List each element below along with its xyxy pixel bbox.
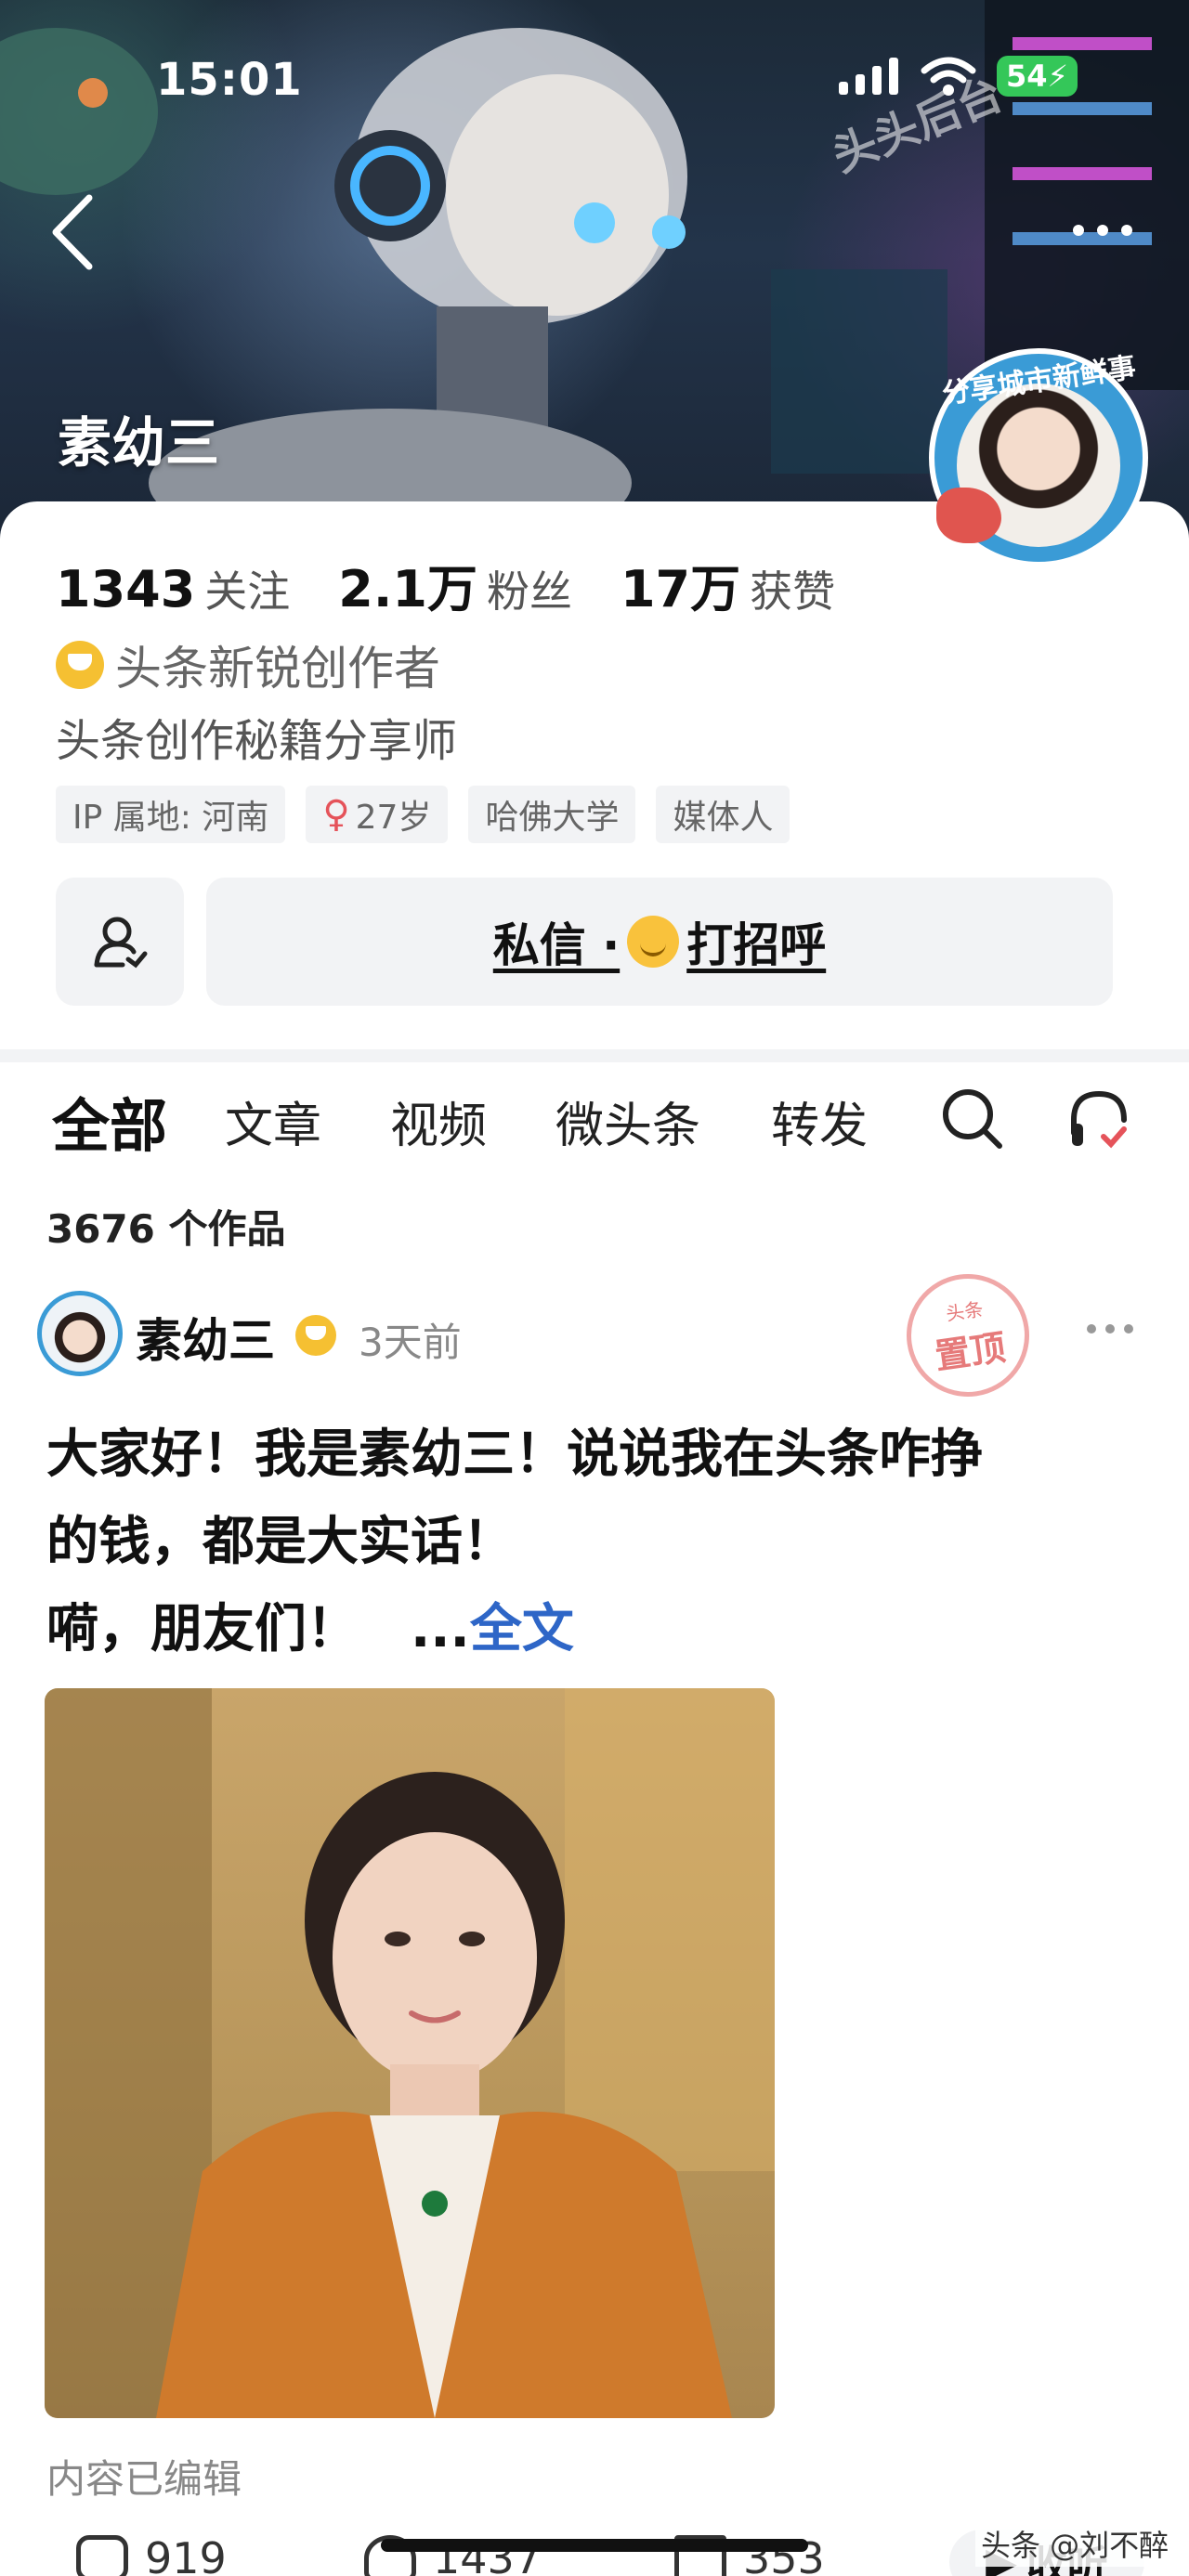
stat-following[interactable]: 1343 关注 [56, 558, 290, 619]
dot-icon [1087, 1324, 1096, 1334]
add-user-icon [94, 917, 148, 969]
signal-icon [839, 58, 898, 95]
charging-icon: ⚡ [1047, 59, 1068, 94]
status-time: 15:01 [156, 54, 303, 106]
battery-level: 54 [1006, 59, 1048, 94]
post-text-line-last: 嗬，朋友们！ ...全文 [46, 1586, 1143, 1673]
post-photo-portrait [45, 1688, 775, 2418]
post-author-name[interactable]: 素幼三 [136, 1304, 275, 1371]
post-text-line: 大家好！我是素幼三！说说我在头条咋挣 [46, 1425, 983, 1485]
profile-name: 素幼三 [58, 411, 220, 475]
home-indicator [381, 2539, 808, 2552]
tab-reposts[interactable]: 转发 [771, 1086, 868, 1156]
dot-icon [1073, 225, 1084, 236]
pinned-stamp: 头条 置顶 [898, 1266, 1038, 1405]
edited-note: 内容已编辑 [46, 2456, 242, 2502]
post-author-avatar[interactable] [37, 1291, 123, 1376]
section-divider [0, 1049, 1189, 1062]
tag-text: 27岁 [355, 799, 432, 837]
profile-avatar[interactable]: 分享城市新鲜事 [929, 348, 1148, 567]
tag-gender-age: ♀ 27岁 [306, 786, 449, 843]
wifi-icon [921, 57, 976, 96]
creator-title: 头条新锐创作者 [115, 642, 440, 696]
post-more-button[interactable] [1087, 1324, 1133, 1334]
greet-label: 打招呼 [686, 918, 827, 972]
comment-icon [76, 2535, 128, 2576]
profile-tags: IP 属地: 河南 ♀ 27岁 哈佛大学 媒体人 [56, 786, 790, 843]
stat-value: 2.1万 [338, 560, 477, 618]
stat-likes[interactable]: 17万 获赞 [621, 548, 835, 621]
smile-emoji-icon [627, 916, 680, 968]
post-time: 3天前 [359, 1320, 462, 1365]
tag-text: 哈佛大学 [485, 799, 620, 837]
dot-icon [1124, 1324, 1133, 1334]
tag-school: 哈佛大学 [468, 786, 636, 843]
battery-indicator: 54 ⚡ [997, 56, 1078, 97]
stat-value: 17万 [620, 560, 741, 618]
works-count: 3676 个作品 [46, 1206, 286, 1252]
stat-label: 粉丝 [486, 566, 572, 617]
creator-badge-icon [56, 641, 104, 689]
source-credit: 头条 @刘不醉 [975, 2520, 1175, 2567]
post-text[interactable]: 大家好！我是素幼三！说说我在头条咋挣 的钱，都是大实话！ 嗬，朋友们！ ...全… [46, 1412, 1143, 1673]
dot-icon [1121, 225, 1132, 236]
female-icon: ♀ [322, 793, 350, 836]
back-button[interactable] [45, 190, 100, 274]
comment-button[interactable]: 919 [76, 2533, 227, 2576]
status-bar: 15:01 54 ⚡ [0, 0, 1189, 158]
message-label: 私信 · [492, 918, 621, 972]
comment-count: 919 [145, 2533, 227, 2576]
tab-videos[interactable]: 视频 [390, 1086, 487, 1156]
pinned-stamp-main: 置顶 [932, 1326, 1009, 1377]
stat-followers[interactable]: 2.1万 粉丝 [338, 548, 572, 621]
content-tabs: 全部 文章 视频 微头条 转发 [0, 1068, 1189, 1161]
profile-card: 1343 关注 2.1万 粉丝 17万 获赞 头条新锐创作者 头条创作秘籍分享师… [0, 501, 1189, 1049]
more-options-button[interactable] [1061, 212, 1144, 249]
tab-articles[interactable]: 文章 [225, 1086, 321, 1156]
post-text-line: 的钱，都是大实话！ [46, 1512, 515, 1572]
tab-micro-posts[interactable]: 微头条 [555, 1086, 700, 1156]
stat-value: 1343 [56, 560, 196, 618]
message-button[interactable]: 私信 · 打招呼 [206, 878, 1113, 1006]
post-text-fragment: 嗬，朋友们！ ... [46, 1599, 470, 1659]
headphones-icon[interactable] [1066, 1086, 1131, 1151]
tag-text: IP 属地: 河南 [72, 799, 269, 837]
tag-text: 媒体人 [673, 799, 774, 837]
verified-badge-icon [295, 1315, 336, 1356]
post-image[interactable] [45, 1688, 775, 2418]
search-icon[interactable] [940, 1086, 1005, 1151]
profile-stats: 1343 关注 2.1万 粉丝 17万 获赞 [56, 548, 835, 621]
status-icons: 54 ⚡ [839, 56, 1078, 97]
tab-all[interactable]: 全部 [52, 1079, 167, 1163]
creator-badge[interactable]: 头条新锐创作者 [56, 631, 440, 698]
chevron-left-icon [52, 194, 93, 270]
stat-label: 获赞 [750, 566, 836, 617]
post-header: 素幼三 3天前 头条 置顶 [37, 1266, 1152, 1405]
stat-label: 关注 [204, 566, 291, 617]
tag-occupation: 媒体人 [656, 786, 790, 843]
dot-icon [1105, 1324, 1115, 1334]
profile-bio: 头条创作秘籍分享师 [56, 715, 458, 767]
follow-user-button[interactable] [56, 878, 184, 1006]
dot-icon [1097, 225, 1108, 236]
read-full-link[interactable]: 全文 [470, 1599, 574, 1659]
tag-ip-location: IP 属地: 河南 [56, 786, 286, 843]
